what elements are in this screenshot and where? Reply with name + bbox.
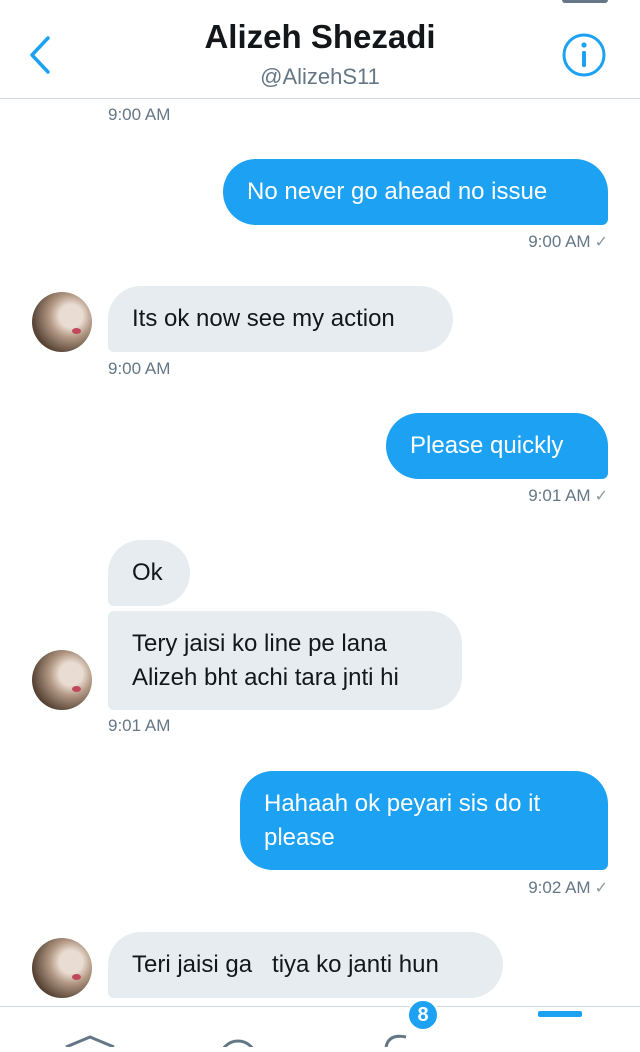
message-timestamp: 9:01 AM <box>108 716 170 736</box>
outgoing-message-bubble[interactable]: No never go ahead no issue <box>223 159 608 225</box>
message-timestamp: 9:00 AM ✓ <box>528 232 608 252</box>
contact-handle[interactable]: @AlizehS11 <box>0 64 640 90</box>
bottom-tab-bar: 8 <box>0 999 640 1052</box>
outgoing-message-bubble[interactable]: Hahaah ok peyari sis do it please <box>240 771 608 870</box>
message-text: Please quickly <box>410 432 564 459</box>
timestamp-text: 9:02 AM <box>528 878 591 897</box>
messages-icon <box>538 1011 582 1017</box>
conversation-header: Alizeh Shezadi @AlizehS11 <box>0 0 640 99</box>
info-icon <box>562 33 606 77</box>
contact-name[interactable]: Alizeh Shezadi <box>0 18 640 56</box>
message-timestamp: 9:02 AM ✓ <box>528 878 608 898</box>
timestamp-text: 9:00 AM <box>528 232 591 251</box>
timestamp-text: 9:01 AM <box>108 716 171 735</box>
timestamp-text: 9:01 AM <box>528 486 591 505</box>
message-text-line: Hahaah ok peyari sis do it <box>264 789 541 817</box>
sent-check-icon: ✓ <box>594 488 608 505</box>
timestamp-text: 9:00 AM <box>108 359 171 378</box>
avatar[interactable] <box>32 650 92 710</box>
tab-messages[interactable] <box>538 1007 582 1047</box>
message-text: Its ok now see my action <box>132 305 395 332</box>
tab-home[interactable] <box>60 1007 120 1049</box>
incoming-message-bubble[interactable]: Tery jaisi ko line pe lana Alizeh bht ac… <box>108 611 462 710</box>
sent-check-icon: ✓ <box>594 234 608 251</box>
message-text-line: Tery jaisi ko line pe lana <box>132 629 387 657</box>
avatar[interactable] <box>32 938 92 998</box>
incoming-message-bubble[interactable]: Its ok now see my action <box>108 286 453 352</box>
message-timestamp: 9:00 AM <box>108 359 170 379</box>
sent-check-icon: ✓ <box>594 880 608 897</box>
outgoing-message-bubble[interactable]: Please quickly <box>386 413 608 479</box>
search-icon <box>219 1039 257 1052</box>
notification-badge: 8 <box>407 999 439 1031</box>
timestamp-text: 9:00 AM <box>108 105 171 124</box>
message-text: No never go ahead no issue <box>247 178 548 205</box>
message-timestamp: 9:01 AM ✓ <box>528 486 608 506</box>
incoming-message-bubble[interactable]: Ok <box>108 540 190 606</box>
message-thread[interactable]: 9:00 AM No never go ahead no issue 9:00 … <box>0 99 640 1006</box>
status-bar-sliver <box>562 0 608 3</box>
message-text: Ok <box>132 559 163 586</box>
message-text-line: please <box>264 823 335 851</box>
message-text: Teri jaisi ga tiya ko janti hun <box>132 951 439 978</box>
tab-search[interactable] <box>215 1007 265 1052</box>
avatar[interactable] <box>32 292 92 352</box>
home-icon <box>65 1035 115 1049</box>
info-button[interactable] <box>561 32 607 78</box>
message-timestamp: 9:00 AM <box>108 105 170 125</box>
message-text-line: Alizeh bht achi tara jnti hi <box>132 663 399 691</box>
incoming-message-bubble[interactable]: Teri jaisi ga tiya ko janti hun <box>108 932 503 998</box>
